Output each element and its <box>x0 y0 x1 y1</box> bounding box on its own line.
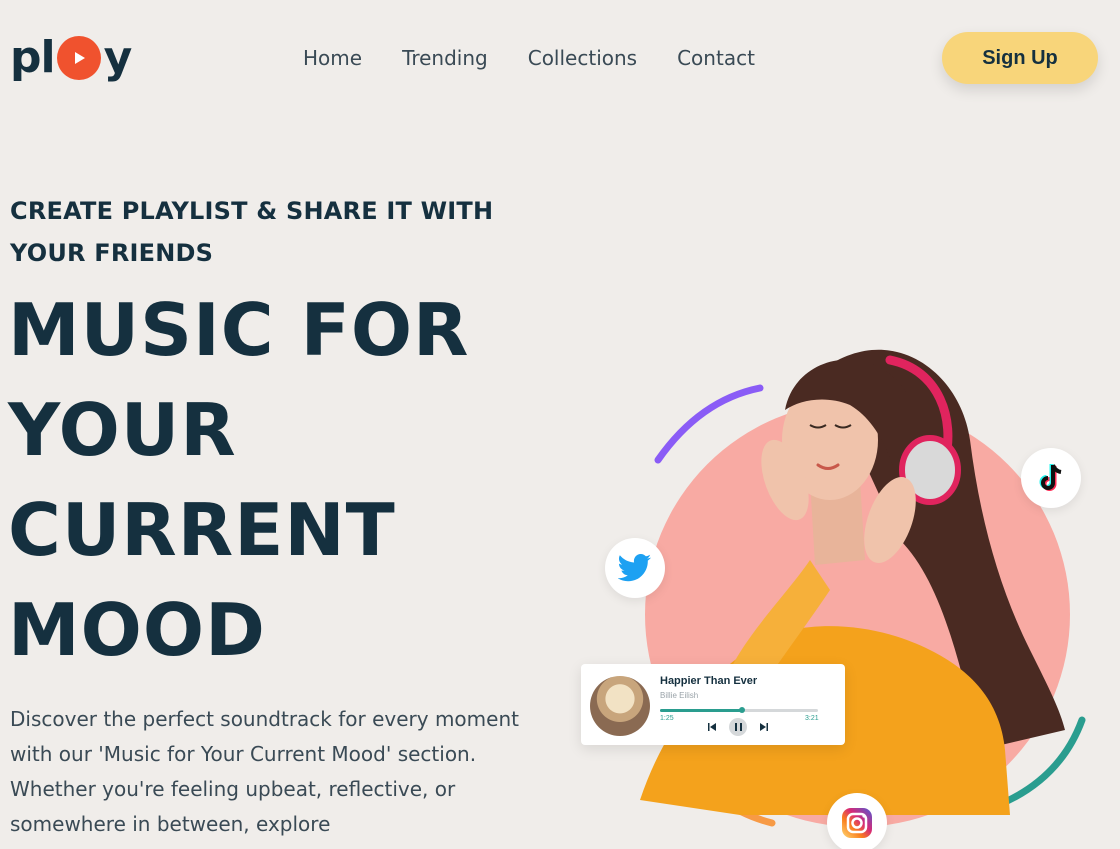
progress-bar[interactable] <box>660 707 818 713</box>
headline-line: MOOD <box>8 588 266 672</box>
tiktok-button[interactable] <box>1021 448 1081 508</box>
pause-icon <box>734 723 742 731</box>
next-track-button[interactable] <box>757 720 771 734</box>
headline-line: YOUR <box>8 388 237 472</box>
pause-button[interactable] <box>729 718 747 736</box>
sign-up-button[interactable]: Sign Up <box>942 32 1098 84</box>
twitter-icon <box>618 554 651 582</box>
progress-fill <box>660 709 743 712</box>
total-time: 3:21 <box>805 715 819 722</box>
logo[interactable]: pl y <box>10 32 133 83</box>
elapsed-time: 1:25 <box>660 715 674 722</box>
hero-visual: Happier Than Ever Billie Eilish 1:25 3:2… <box>560 330 1120 849</box>
hero-headline: MUSIC FOR YOUR CURRENT MOOD <box>8 280 568 680</box>
hero-description: Discover the perfect soundtrack for ever… <box>10 707 519 836</box>
next-icon <box>760 723 768 731</box>
headline-line: CURRENT <box>8 488 396 572</box>
album-art <box>590 676 650 736</box>
previous-icon <box>708 723 716 731</box>
nav-trending[interactable]: Trending <box>402 46 488 70</box>
hero-eyebrow: CREATE PLAYLIST & SHARE IT WITH YOUR FRI… <box>10 197 494 267</box>
instagram-icon <box>842 808 872 838</box>
logo-text-suffix: y <box>103 32 133 83</box>
tiktok-icon <box>1039 464 1062 491</box>
nav-home[interactable]: Home <box>303 46 362 70</box>
nav-contact[interactable]: Contact <box>677 46 755 70</box>
headline-line: MUSIC FOR <box>8 288 470 372</box>
song-title: Happier Than Ever <box>660 675 758 687</box>
instagram-button[interactable] <box>827 793 887 849</box>
main-nav: Home Trending Collections Contact <box>303 46 755 70</box>
play-icon <box>56 36 101 80</box>
previous-track-button[interactable] <box>705 720 719 734</box>
twitter-button[interactable] <box>605 538 665 598</box>
logo-text-prefix: pl <box>10 32 56 83</box>
music-player-card: Happier Than Ever Billie Eilish 1:25 3:2… <box>581 664 845 745</box>
nav-collections[interactable]: Collections <box>528 46 637 70</box>
artist-name: Billie Eilish <box>660 691 699 700</box>
progress-knob[interactable] <box>739 707 746 713</box>
